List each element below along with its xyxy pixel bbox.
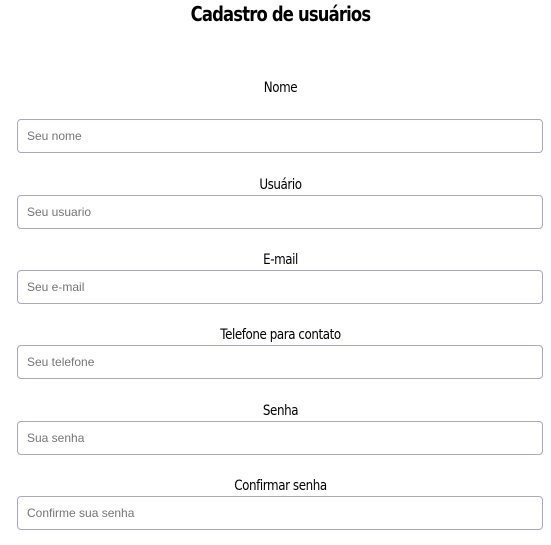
- email-input[interactable]: [17, 270, 543, 304]
- phone-label: Telefone para contato: [220, 327, 341, 343]
- confirm-password-input[interactable]: [17, 496, 543, 530]
- phone-input[interactable]: [17, 345, 543, 379]
- username-input[interactable]: [17, 195, 543, 229]
- email-label: E-mail: [263, 252, 298, 268]
- password-label: Senha: [262, 403, 299, 419]
- username-label: Usuário: [259, 177, 302, 193]
- name-label: Nome: [263, 80, 298, 96]
- page-title: Cadastro de usuários: [190, 2, 371, 26]
- password-input[interactable]: [17, 421, 543, 455]
- name-input[interactable]: [17, 119, 543, 153]
- confirm-password-label: Confirmar senha: [234, 478, 327, 494]
